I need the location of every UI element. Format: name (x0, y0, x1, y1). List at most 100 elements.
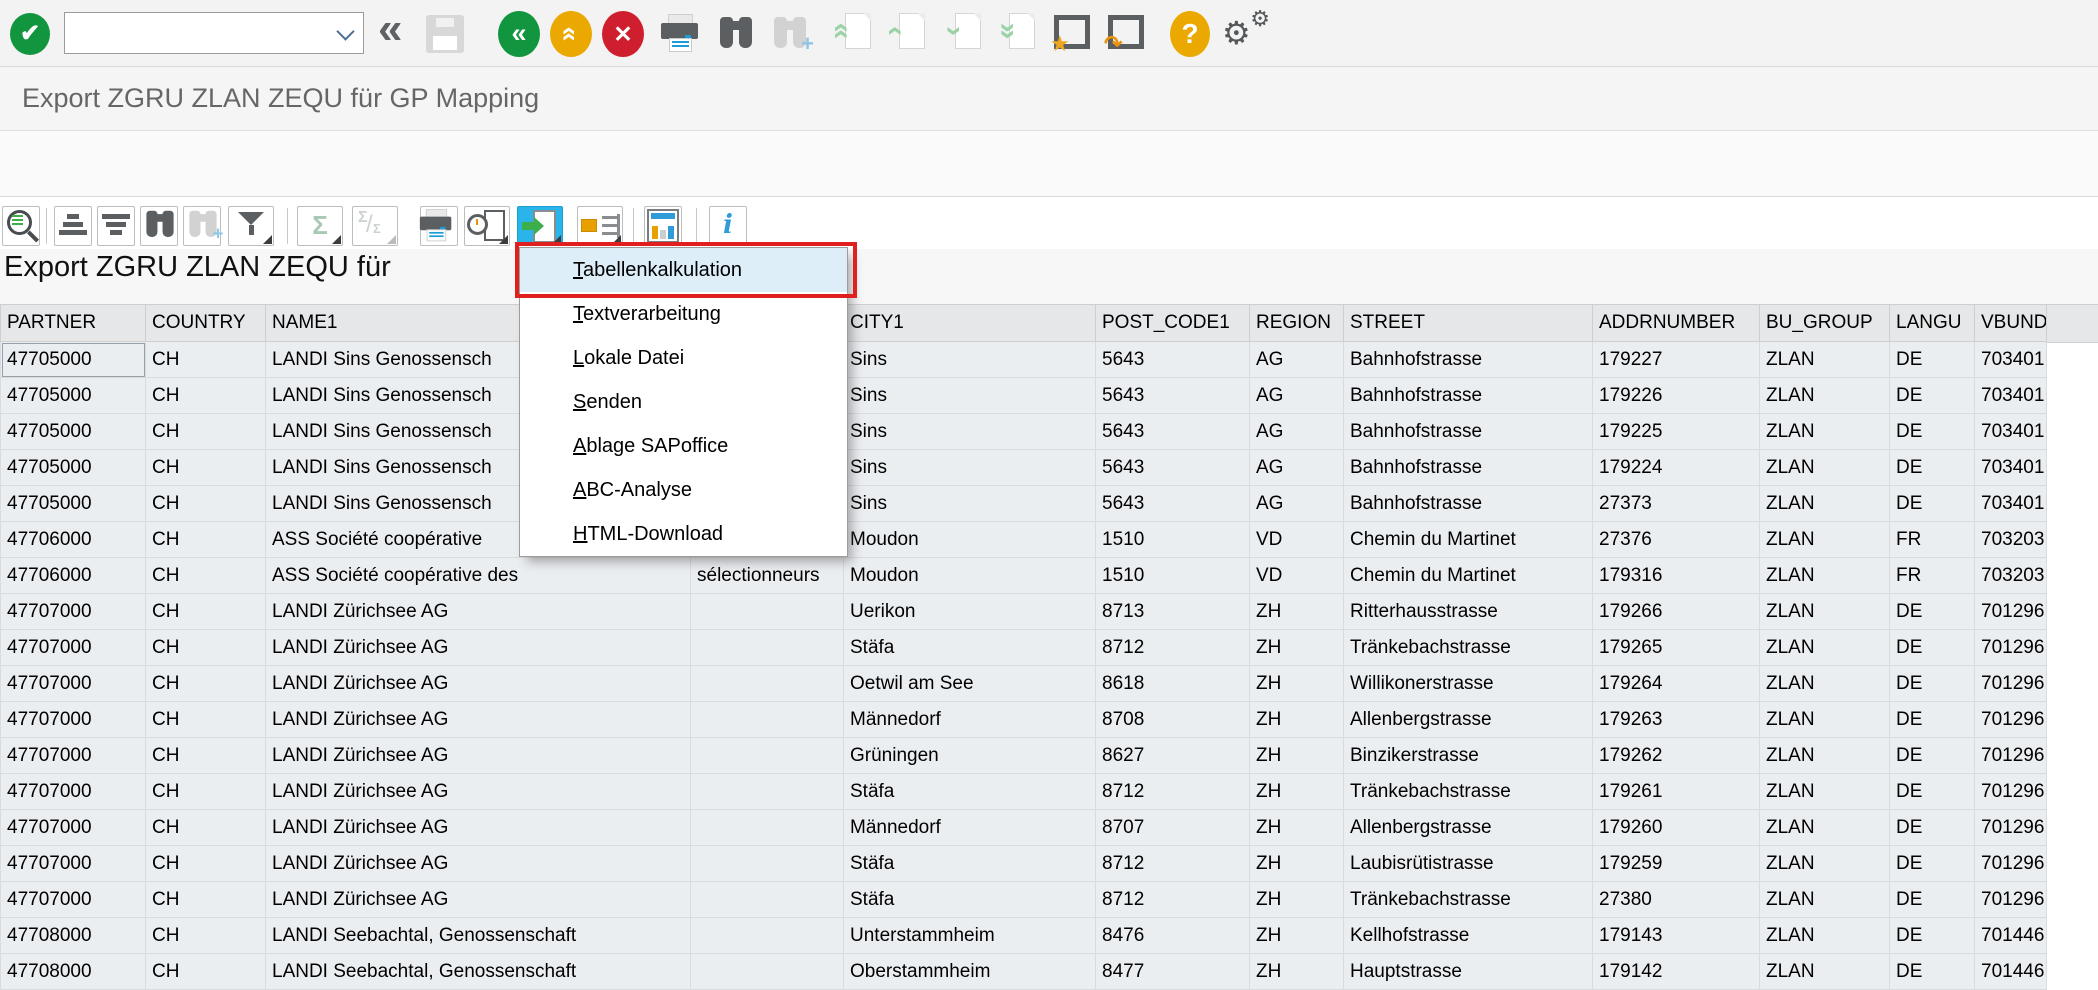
cell-post_code1[interactable]: 8476 (1096, 918, 1250, 954)
cell-country[interactable]: CH (146, 522, 266, 558)
cell-partner[interactable]: 47706000 (1, 522, 146, 558)
cell-region[interactable]: VD (1250, 558, 1344, 594)
cell-vbund[interactable]: 703401 (1975, 342, 2047, 378)
cell-name2[interactable] (691, 846, 844, 882)
cell-addrnumber[interactable]: 179261 (1593, 774, 1760, 810)
cell-street[interactable]: Willikonerstrasse (1344, 666, 1593, 702)
collapse-toolbar-button[interactable]: « (378, 4, 399, 54)
cell-post_code1[interactable]: 5643 (1096, 450, 1250, 486)
cell-addrnumber[interactable]: 27376 (1593, 522, 1760, 558)
cell-region[interactable]: ZH (1250, 810, 1344, 846)
cell-bu_group[interactable]: ZLAN (1760, 738, 1890, 774)
cell-langu[interactable]: DE (1890, 774, 1975, 810)
cell-post_code1[interactable]: 8627 (1096, 738, 1250, 774)
menu-item[interactable]: Lokale Datei (520, 336, 847, 380)
cell-country[interactable]: CH (146, 918, 266, 954)
cell-bu_group[interactable]: ZLAN (1760, 594, 1890, 630)
cell-city1[interactable]: Oetwil am See (844, 666, 1096, 702)
cell-country[interactable]: CH (146, 810, 266, 846)
cell-street[interactable]: Allenbergstrasse (1344, 810, 1593, 846)
cell-addrnumber[interactable]: 179143 (1593, 918, 1760, 954)
cell-langu[interactable]: DE (1890, 702, 1975, 738)
cell-post_code1[interactable]: 5643 (1096, 342, 1250, 378)
cell-street[interactable]: Tränkebachstrasse (1344, 630, 1593, 666)
cell-partner[interactable]: 47707000 (1, 666, 146, 702)
cell-region[interactable]: AG (1250, 342, 1344, 378)
cell-city1[interactable]: Sins (844, 378, 1096, 414)
customize-button[interactable]: ⚙ ⚙ (1222, 10, 1268, 56)
cell-street[interactable]: Laubisrütistrasse (1344, 846, 1593, 882)
cell-bu_group[interactable]: ZLAN (1760, 378, 1890, 414)
cell-name1[interactable]: LANDI Zürichsee AG (266, 810, 691, 846)
cell-langu[interactable]: DE (1890, 846, 1975, 882)
cell-name1[interactable]: LANDI Zürichsee AG (266, 630, 691, 666)
cell-country[interactable]: CH (146, 558, 266, 594)
cell-addrnumber[interactable]: 179225 (1593, 414, 1760, 450)
cell-vbund[interactable]: 703401 (1975, 414, 2047, 450)
cell-langu[interactable]: DE (1890, 810, 1975, 846)
cell-langu[interactable]: DE (1890, 414, 1975, 450)
cell-addrnumber[interactable]: 179263 (1593, 702, 1760, 738)
cell-addrnumber[interactable]: 179262 (1593, 738, 1760, 774)
cell-name2[interactable] (691, 882, 844, 918)
cell-name2[interactable] (691, 954, 844, 990)
cell-name1[interactable]: LANDI Seebachtal, Genossenschaft (266, 918, 691, 954)
cell-name1[interactable]: LANDI Zürichsee AG (266, 702, 691, 738)
cell-post_code1[interactable]: 8477 (1096, 954, 1250, 990)
cell-street[interactable]: Tränkebachstrasse (1344, 774, 1593, 810)
cell-addrnumber[interactable]: 179226 (1593, 378, 1760, 414)
cell-addrnumber[interactable]: 179259 (1593, 846, 1760, 882)
cell-bu_group[interactable]: ZLAN (1760, 846, 1890, 882)
cell-name2[interactable] (691, 810, 844, 846)
cell-bu_group[interactable]: ZLAN (1760, 882, 1890, 918)
cell-name2[interactable] (691, 918, 844, 954)
cell-street[interactable]: Bahnhofstrasse (1344, 486, 1593, 522)
column-header-city1[interactable]: CITY1 (844, 305, 1096, 342)
cell-vbund[interactable]: 703401 (1975, 378, 2047, 414)
cell-vbund[interactable]: 703203 (1975, 522, 2047, 558)
cell-post_code1[interactable]: 8712 (1096, 882, 1250, 918)
cell-bu_group[interactable]: ZLAN (1760, 954, 1890, 990)
cell-langu[interactable]: DE (1890, 954, 1975, 990)
cell-bu_group[interactable]: ZLAN (1760, 342, 1890, 378)
cell-post_code1[interactable]: 5643 (1096, 414, 1250, 450)
cell-country[interactable]: CH (146, 594, 266, 630)
cell-vbund[interactable]: 701296 (1975, 702, 2047, 738)
cell-street[interactable]: Binzikerstrasse (1344, 738, 1593, 774)
cell-vbund[interactable]: 701296 (1975, 666, 2047, 702)
cell-city1[interactable]: Sins (844, 450, 1096, 486)
cell-street[interactable]: Tränkebachstrasse (1344, 882, 1593, 918)
graphic-button[interactable] (644, 206, 682, 246)
cell-street[interactable]: Kellhofstrasse (1344, 918, 1593, 954)
find-button-alv[interactable] (140, 206, 178, 246)
cell-country[interactable]: CH (146, 342, 266, 378)
cell-city1[interactable]: Stäfa (844, 882, 1096, 918)
export-button[interactable] (517, 206, 563, 246)
total-button[interactable]: Σ (297, 206, 343, 246)
cell-city1[interactable]: Oberstammheim (844, 954, 1096, 990)
enter-check-button[interactable]: ✔ (10, 13, 50, 55)
cell-city1[interactable]: Sins (844, 486, 1096, 522)
cell-region[interactable]: AG (1250, 414, 1344, 450)
cell-addrnumber[interactable]: 179227 (1593, 342, 1760, 378)
cell-region[interactable]: AG (1250, 378, 1344, 414)
cell-langu[interactable]: FR (1890, 558, 1975, 594)
cell-addrnumber[interactable]: 27373 (1593, 486, 1760, 522)
cell-langu[interactable]: DE (1890, 594, 1975, 630)
cell-vbund[interactable]: 703401 (1975, 450, 2047, 486)
cell-region[interactable]: ZH (1250, 954, 1344, 990)
cell-post_code1[interactable]: 8708 (1096, 702, 1250, 738)
cell-bu_group[interactable]: ZLAN (1760, 666, 1890, 702)
cell-post_code1[interactable]: 8707 (1096, 810, 1250, 846)
cell-langu[interactable]: DE (1890, 450, 1975, 486)
cell-bu_group[interactable]: ZLAN (1760, 630, 1890, 666)
cell-city1[interactable]: Männedorf (844, 810, 1096, 846)
cell-name2[interactable] (691, 702, 844, 738)
cell-name2[interactable] (691, 774, 844, 810)
cell-city1[interactable]: Männedorf (844, 702, 1096, 738)
save-button[interactable] (426, 15, 464, 53)
cell-bu_group[interactable]: ZLAN (1760, 774, 1890, 810)
column-header-vbund[interactable]: VBUND (1975, 305, 2047, 342)
cell-post_code1[interactable]: 8712 (1096, 846, 1250, 882)
cell-addrnumber[interactable]: 179266 (1593, 594, 1760, 630)
